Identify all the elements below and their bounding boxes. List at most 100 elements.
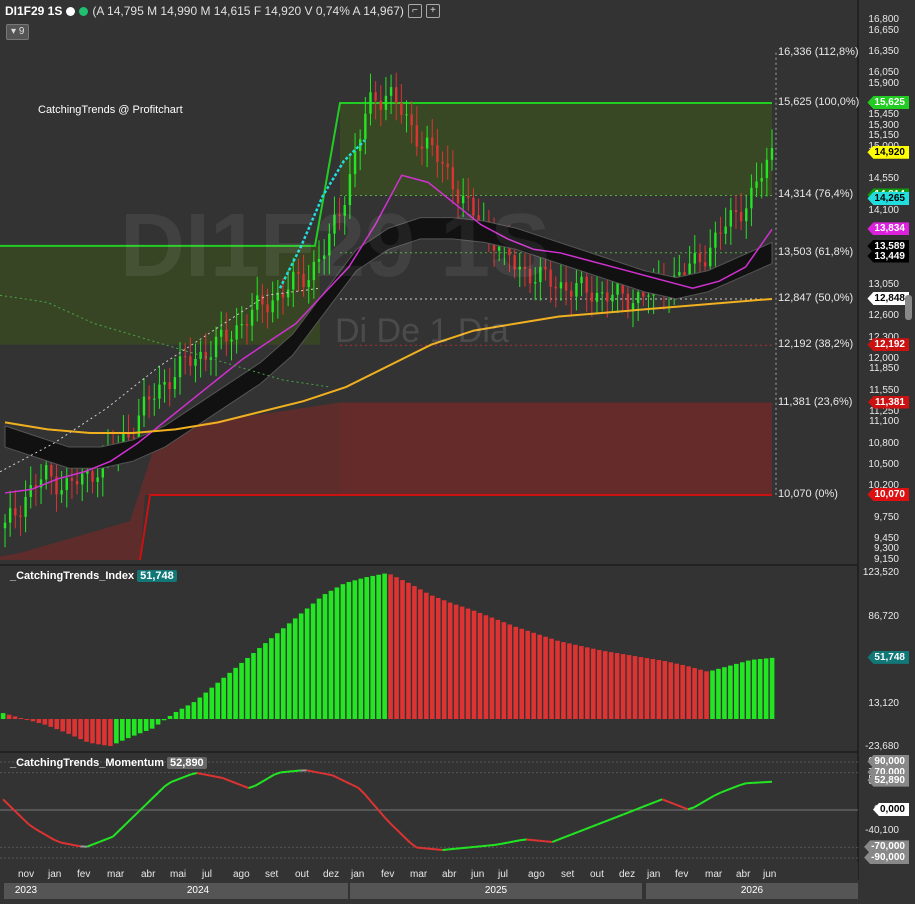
candle-body bbox=[600, 292, 604, 294]
candle-body bbox=[425, 137, 429, 149]
momentum-segment bbox=[513, 839, 521, 843]
index-bar bbox=[710, 670, 715, 720]
candle-body bbox=[739, 212, 743, 222]
index-bar bbox=[483, 615, 489, 720]
index-bar bbox=[12, 716, 18, 720]
index-bar bbox=[364, 577, 370, 720]
index-bar bbox=[167, 715, 173, 720]
fib-level-label: 16,336 (112,8%) bbox=[778, 45, 859, 58]
chart-window: { "header": { "symbol": "DI1F29 1S", "oh… bbox=[0, 0, 915, 904]
momentum-segment bbox=[351, 783, 359, 789]
index-bar bbox=[471, 610, 477, 720]
momentum-segment bbox=[260, 777, 269, 783]
index-bar bbox=[614, 653, 620, 720]
momentum-name: _CatchingTrends_Momentum bbox=[10, 757, 165, 769]
index-bar bbox=[501, 622, 507, 720]
momentum-segment bbox=[150, 792, 159, 800]
month-tick-label: jun bbox=[763, 869, 777, 880]
price-axis-tick: 10,800 bbox=[868, 437, 899, 449]
momentum-segment bbox=[402, 835, 411, 844]
index-bar bbox=[292, 618, 298, 720]
momentum-segment bbox=[539, 839, 546, 843]
candle-body bbox=[220, 329, 223, 337]
watermark-symbol: DI1F29 1S bbox=[120, 196, 551, 296]
candle-body bbox=[441, 161, 444, 164]
index-bar bbox=[668, 662, 674, 720]
candle-body bbox=[389, 87, 393, 96]
momentum-segment bbox=[416, 846, 424, 850]
index-name: _CatchingTrends_Index bbox=[10, 570, 135, 582]
month-tick-label: jan bbox=[647, 869, 661, 880]
momentum-segment bbox=[157, 785, 166, 794]
fib-level-label: 11,381 (23,6%) bbox=[778, 395, 853, 408]
price-value-tag: 14,920 bbox=[867, 145, 909, 159]
momentum-segment bbox=[487, 843, 495, 847]
momentum-segment bbox=[687, 806, 695, 811]
candle-body bbox=[683, 271, 686, 276]
index-bar bbox=[632, 656, 638, 720]
candle-body bbox=[60, 490, 63, 495]
index-value: 51,748 bbox=[137, 570, 177, 582]
momentum-segment bbox=[493, 843, 501, 846]
indicator-toggle-button[interactable]: ▾ 9 bbox=[6, 24, 30, 40]
fib-level-label: 15,625 (100,0%) bbox=[778, 95, 860, 108]
momentum-segment bbox=[474, 845, 482, 848]
month-tick-label: out bbox=[295, 869, 309, 880]
study-title: CatchingTrends @ Profitchart bbox=[38, 104, 183, 116]
momentum-segment bbox=[21, 817, 30, 826]
momentum-segment bbox=[28, 823, 36, 830]
index-bar bbox=[215, 682, 221, 720]
momentum-segment bbox=[706, 795, 715, 801]
candle-body bbox=[50, 465, 53, 477]
index-bar bbox=[203, 692, 209, 720]
price-axis-tick: 9,150 bbox=[873, 554, 899, 565]
momentum-segment bbox=[203, 773, 210, 777]
candle-body bbox=[575, 283, 578, 297]
price-value-tag: 14,265 bbox=[867, 191, 909, 205]
year-label: 2023 bbox=[4, 883, 49, 899]
price-scrollbar[interactable] bbox=[905, 295, 912, 320]
status-dot-icon bbox=[66, 6, 76, 16]
momentum-segment bbox=[131, 810, 140, 819]
index-bar bbox=[662, 661, 668, 720]
momentum-segment bbox=[635, 805, 644, 811]
fib-bottom-line bbox=[139, 494, 772, 561]
index-bar bbox=[412, 586, 417, 720]
index-bar bbox=[114, 719, 119, 744]
candle-body bbox=[400, 103, 403, 115]
price-axis-tick: 10,500 bbox=[868, 458, 899, 470]
momentum-segment bbox=[254, 781, 262, 787]
momentum-segment bbox=[73, 844, 81, 848]
candle-body bbox=[585, 276, 588, 293]
momentum-segment bbox=[163, 781, 172, 788]
candle-body bbox=[611, 294, 614, 302]
momentum-segment bbox=[390, 823, 398, 831]
momentum-segment bbox=[558, 836, 566, 841]
add-icon[interactable]: + bbox=[425, 4, 440, 18]
index-bar bbox=[6, 714, 12, 720]
month-tick-label: mar bbox=[705, 869, 723, 880]
index-bar bbox=[352, 580, 358, 720]
index-panel-label: _CatchingTrends_Index 51,748 bbox=[10, 570, 177, 582]
index-bar bbox=[36, 719, 42, 723]
momentum-segment bbox=[370, 801, 379, 811]
index-bar bbox=[316, 598, 322, 720]
price-value-tag: 15,625 bbox=[867, 95, 909, 109]
index-bar bbox=[435, 597, 441, 720]
chart-header: DI1F29 1S (A 14,795 M 14,990 M 14,615 F … bbox=[5, 3, 440, 19]
momentum-segment bbox=[170, 778, 178, 784]
momentum-segment bbox=[67, 842, 75, 847]
candle-body bbox=[214, 336, 218, 358]
momentum-segment bbox=[235, 782, 243, 787]
index-bar bbox=[191, 702, 197, 720]
candle-body bbox=[3, 522, 7, 529]
indicator-count: 9 bbox=[18, 26, 25, 37]
momentum-segment bbox=[564, 833, 573, 838]
candle-body bbox=[616, 283, 619, 295]
price-axis-tick: 9,450 bbox=[873, 532, 899, 544]
index-bar bbox=[644, 658, 650, 720]
candle-body bbox=[631, 303, 635, 310]
index-bar bbox=[257, 648, 262, 720]
candle-body bbox=[559, 282, 563, 289]
minimize-icon[interactable]: ⌐ bbox=[407, 4, 422, 18]
